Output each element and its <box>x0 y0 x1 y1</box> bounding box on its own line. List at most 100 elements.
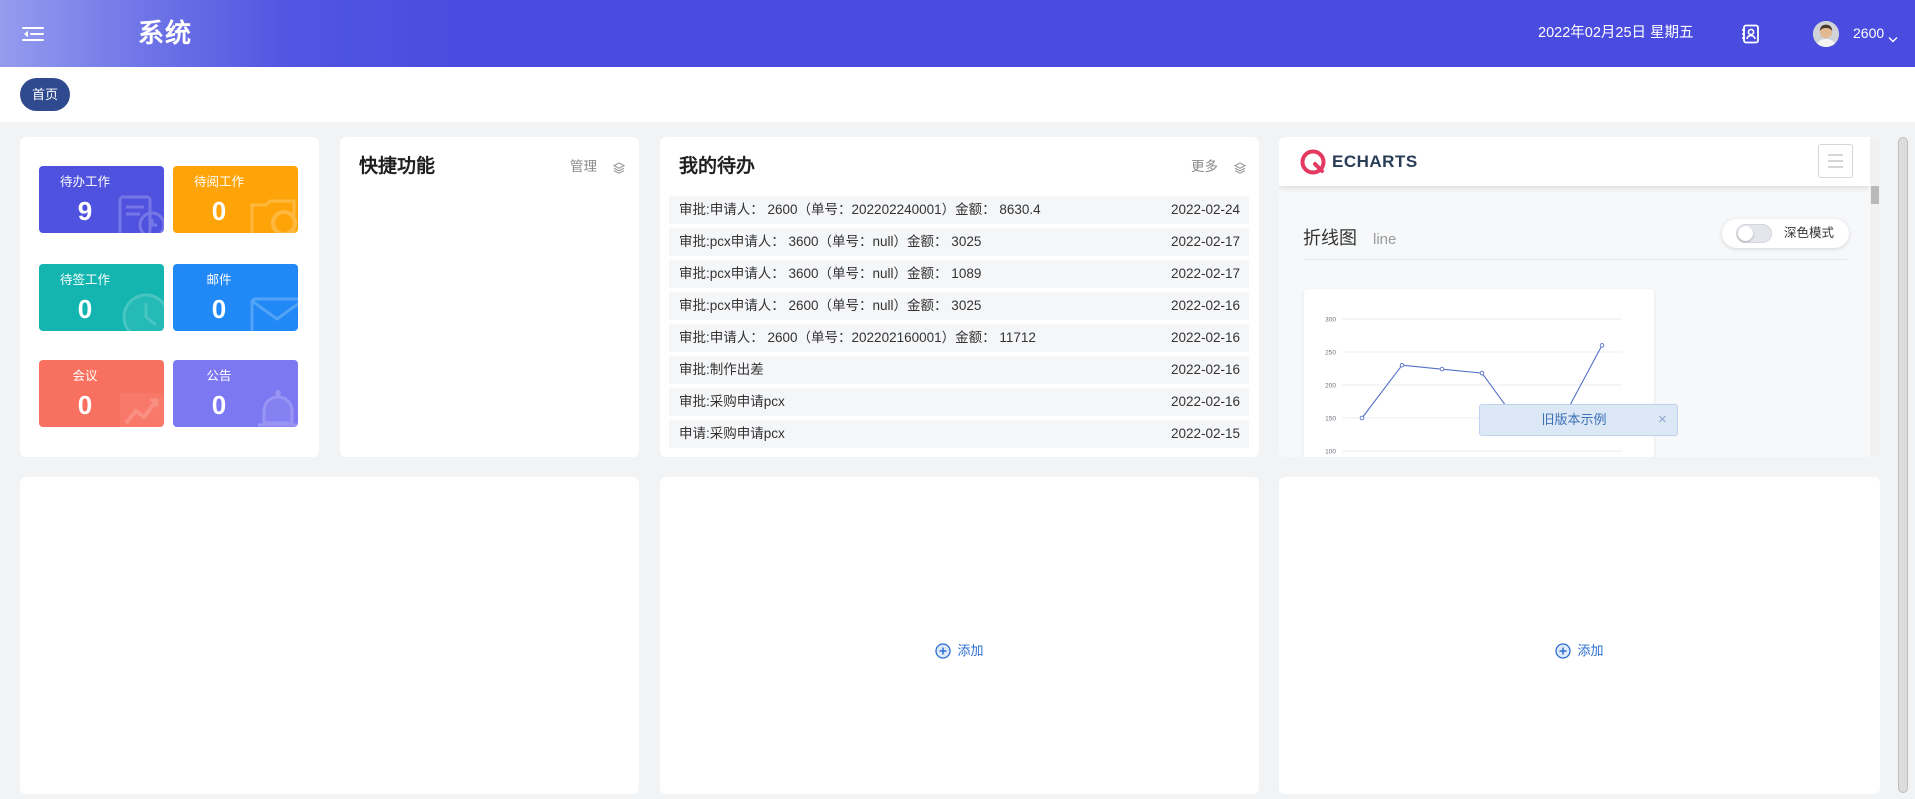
chart-section-title: 折线图 <box>1303 228 1357 248</box>
page-scrollbar[interactable] <box>1898 137 1908 793</box>
todo-item[interactable]: 申请:采购申请pcx 2022-02-15 <box>669 420 1249 448</box>
widget-panel-right: 添加 <box>1279 477 1880 794</box>
todo-item-date: 2022-02-16 <box>1170 330 1240 345</box>
chart-ytick-label: 100 <box>1325 449 1336 456</box>
current-date: 2022年02月25日 星期五 <box>1538 25 1694 41</box>
app-title: 系统 <box>138 18 193 48</box>
chart-point <box>1359 415 1365 421</box>
todo-item-text: 审批:申请人： 2600（单号：202202240001）金额： 8630.4 <box>679 202 1041 217</box>
contact-card-icon[interactable] <box>1741 24 1760 44</box>
dark-mode-toggle[interactable]: 深色模式 <box>1722 219 1849 248</box>
todo-item-date: 2022-02-16 <box>1170 298 1240 313</box>
todo-item-text: 审批:pcx申请人： 3600（单号：null）金额： 3025 <box>679 234 982 249</box>
stat-label: 待阅工作 <box>193 175 244 189</box>
bell-icon <box>250 385 298 427</box>
chart-ytick-label: 150 <box>1325 416 1336 423</box>
stat-label: 待办工作 <box>59 175 110 189</box>
username[interactable]: 2600 <box>1853 0 1884 67</box>
shortcuts-title: 快捷功能 <box>359 156 436 177</box>
dark-mode-label: 深色模式 <box>1784 226 1835 240</box>
add-label[interactable]: 添加 <box>957 641 983 661</box>
layers-icon[interactable] <box>612 161 626 174</box>
stat-tile-read[interactable]: 待阅工作 0 <box>173 166 298 233</box>
todo-item[interactable]: 审批:申请人： 2600（单号：202202160001）金额： 11712 2… <box>669 324 1249 352</box>
todo-item[interactable]: 审批:pcx申请人： 2600（单号：null）金额： 3025 2022-02… <box>669 292 1249 320</box>
echarts-logo-text[interactable]: ECHARTS <box>1332 137 1418 186</box>
old-version-notice[interactable]: 旧版本示例 × <box>1479 404 1678 436</box>
switch-knob <box>1738 226 1753 241</box>
plus-circle-icon[interactable] <box>1555 643 1572 659</box>
echarts-site-header: ECHARTS <box>1279 137 1870 186</box>
close-icon[interactable]: × <box>1658 405 1667 435</box>
chart-point <box>1399 362 1405 368</box>
trend-icon <box>116 385 164 427</box>
todo-item-text: 审批:申请人： 2600（单号：202202160001）金额： 11712 <box>679 330 1036 345</box>
add-widget-button-middle[interactable]: 添加 <box>935 641 984 661</box>
todo-doc-icon <box>116 191 164 233</box>
echarts-logo-icon[interactable] <box>1300 149 1326 175</box>
chart-ytick-label: 300 <box>1325 317 1336 324</box>
todo-item[interactable]: 审批:pcx申请人： 3600（单号：null）金额： 1089 2022-02… <box>669 260 1249 288</box>
todo-item[interactable]: 审批:采购申请pcx 2022-02-16 <box>669 388 1249 416</box>
stat-tile-meeting[interactable]: 会议 0 <box>39 360 164 427</box>
chart-ytick-label: 250 <box>1325 350 1336 357</box>
mail-icon <box>250 289 298 331</box>
chart-section-heading: 折线图 line <box>1303 226 1396 250</box>
todo-item-text: 申请:采购申请pcx <box>679 426 785 441</box>
layers-icon[interactable] <box>1233 161 1247 174</box>
todo-item-date: 2022-02-16 <box>1170 362 1240 377</box>
shortcuts-card: 快捷功能 管理 <box>340 137 639 457</box>
todo-item[interactable]: 审批:制作出差 2022-02-16 <box>669 356 1249 384</box>
section-divider <box>1303 259 1847 260</box>
chart-ytick-label: 200 <box>1325 383 1336 390</box>
chart-point <box>1479 370 1485 376</box>
stat-tile-todo[interactable]: 待办工作 9 <box>39 166 164 233</box>
echarts-embed-body: ECHARTS 折线图 line 深色模式 300 250 200 150 100 旧版… <box>1279 137 1880 457</box>
todo-item-text: 审批:pcx申请人： 3600（单号：null）金额： 1089 <box>679 266 982 281</box>
todo-item-text: 审批:采购申请pcx <box>679 394 785 409</box>
todo-item-text: 审批:pcx申请人： 2600（单号：null）金额： 3025 <box>679 298 982 313</box>
todo-item-date: 2022-02-16 <box>1170 394 1240 409</box>
tab-home[interactable]: 首页 <box>20 78 70 111</box>
todo-item-date: 2022-02-17 <box>1170 266 1240 281</box>
stat-tile-sign[interactable]: 待签工作 0 <box>39 264 164 331</box>
empty-panel-left <box>20 477 639 794</box>
todo-title: 我的待办 <box>679 156 756 177</box>
todo-item-date: 2022-02-15 <box>1170 426 1240 441</box>
stat-label: 公告 <box>206 369 232 383</box>
more-link[interactable]: 更多 <box>1191 158 1218 176</box>
stat-label: 会议 <box>72 369 98 383</box>
embed-scrollbar[interactable] <box>1870 137 1880 457</box>
menu-fold-icon[interactable] <box>22 26 44 42</box>
plus-circle-icon[interactable] <box>935 643 952 659</box>
add-widget-button: 添加 <box>1279 641 1880 665</box>
stat-tile-notice[interactable]: 公告 0 <box>173 360 298 427</box>
chevron-down-icon[interactable] <box>1888 30 1898 43</box>
top-header: 系统 2022年02月25日 星期五 2600 <box>0 0 1915 67</box>
stat-tile-mail[interactable]: 邮件 0 <box>173 264 298 331</box>
tab-bar: 首页 <box>0 67 1915 122</box>
chart-point <box>1439 366 1445 372</box>
todo-item-date: 2022-02-24 <box>1170 202 1240 217</box>
stats-card: 待办工作 9 待阅工作 0 待签工作 0 邮件 0 会议 0 公告 0 <box>20 137 319 457</box>
todo-item[interactable]: 审批:pcx申请人： 3600（单号：null）金额： 3025 2022-02… <box>669 228 1249 256</box>
dark-mode-switch[interactable] <box>1736 224 1772 243</box>
notice-text[interactable]: 旧版本示例 <box>1480 405 1668 435</box>
user-avatar[interactable] <box>1813 21 1839 47</box>
stat-label: 待签工作 <box>59 273 110 287</box>
todo-card: 我的待办 更多 审批:申请人： 2600（单号：202202240001）金额：… <box>660 137 1259 457</box>
widget-panel-middle: 添加 <box>660 477 1259 794</box>
todo-item-text: 审批:制作出差 <box>679 362 764 377</box>
embed-scrollbar-thumb[interactable] <box>1871 186 1879 204</box>
add-label[interactable]: 添加 <box>1577 641 1603 661</box>
manage-link[interactable]: 管理 <box>570 158 597 176</box>
add-widget-button-right[interactable]: 添加 <box>1555 641 1604 661</box>
clock-icon <box>116 289 164 331</box>
todo-item-date: 2022-02-17 <box>1170 234 1240 249</box>
read-folder-icon <box>250 191 298 233</box>
stat-label: 邮件 <box>206 273 232 287</box>
hamburger-icon[interactable] <box>1818 144 1853 178</box>
echarts-embed-card: ECHARTS 折线图 line 深色模式 300 250 200 150 100 旧版… <box>1279 137 1880 457</box>
add-widget-button: 添加 <box>660 641 1259 665</box>
todo-item[interactable]: 审批:申请人： 2600（单号：202202240001）金额： 8630.4 … <box>669 196 1249 224</box>
